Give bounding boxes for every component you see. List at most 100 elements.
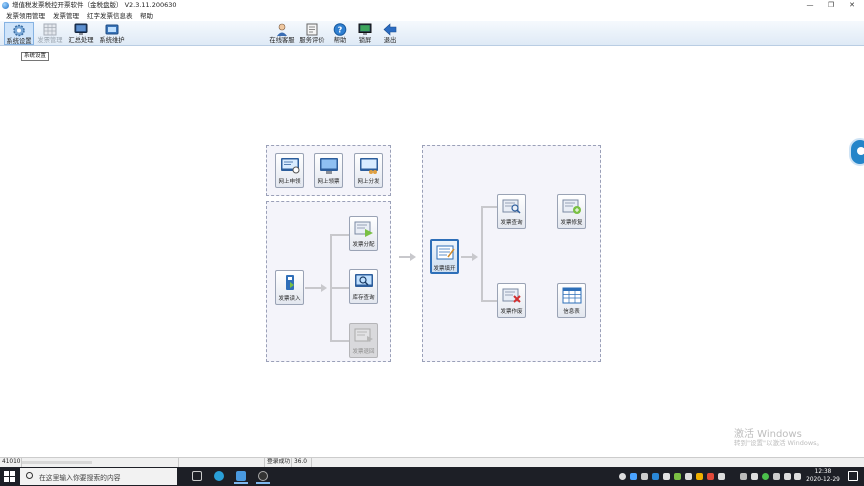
online-receive-icon bbox=[320, 158, 338, 174]
status-code: 41010 bbox=[2, 458, 22, 467]
input-method-icon[interactable] bbox=[794, 473, 801, 480]
invoice-allocate-tile[interactable]: 发票分配 bbox=[349, 216, 378, 251]
tray-app-icon[interactable] bbox=[718, 473, 725, 480]
menu-red-invoice[interactable]: 红字发票信息表 bbox=[87, 11, 133, 21]
connector-line bbox=[481, 206, 483, 302]
invoice-grid-icon bbox=[43, 23, 57, 36]
svg-text:?: ? bbox=[338, 25, 343, 34]
flow-arrow bbox=[410, 253, 416, 261]
online-distribute-icon bbox=[360, 158, 378, 174]
stock-query-icon bbox=[355, 274, 373, 287]
network-icon[interactable] bbox=[773, 473, 780, 480]
tray-app-icon[interactable] bbox=[630, 473, 637, 480]
status-progress-bar bbox=[22, 461, 92, 464]
connector-line bbox=[481, 206, 497, 208]
flow-arrow bbox=[321, 284, 327, 292]
tray-app-icon[interactable] bbox=[751, 473, 758, 480]
notification-icon[interactable] bbox=[848, 471, 858, 481]
search-icon bbox=[26, 472, 33, 479]
menu-invoice-receive[interactable]: 发票领用管理 bbox=[6, 11, 45, 21]
return-icon bbox=[354, 328, 373, 342]
toolbar-help-button[interactable]: ? 帮助 bbox=[328, 22, 352, 45]
task-view-button[interactable] bbox=[187, 469, 207, 484]
taskbar-invoice-app[interactable] bbox=[231, 469, 251, 484]
toolbar-service-review-button[interactable]: 服务评价 bbox=[298, 22, 326, 45]
tile-label: 发票填开 bbox=[433, 266, 456, 272]
online-distribute-tile[interactable]: 网上分发 bbox=[354, 153, 383, 188]
usb-read-icon bbox=[286, 275, 294, 290]
taskbar: 在这里输入你要搜索的内容 12:38 2020-12-29 bbox=[0, 467, 864, 486]
toolbar-lock-screen-button[interactable]: 锁屏 bbox=[353, 22, 377, 45]
online-receive-tile[interactable]: 网上领票 bbox=[314, 153, 343, 188]
tray-chevron-icon[interactable] bbox=[740, 473, 747, 480]
support-agent-icon bbox=[277, 23, 287, 36]
menu-invoice-manage[interactable]: 发票管理 bbox=[53, 11, 79, 21]
menu-help[interactable]: 帮助 bbox=[140, 11, 153, 21]
taskbar-clock[interactable]: 12:38 2020-12-29 bbox=[802, 468, 844, 484]
invoice-void-tile[interactable]: 发票作废 bbox=[497, 283, 526, 318]
task-view-icon bbox=[192, 471, 202, 481]
tile-label: 网上分发 bbox=[357, 179, 380, 185]
windows-start-button[interactable] bbox=[4, 471, 15, 482]
tray-app-icon[interactable] bbox=[652, 473, 659, 480]
floating-assistant-button[interactable] bbox=[849, 138, 864, 166]
invoice-void-icon bbox=[502, 288, 521, 303]
tile-label: 网上申领 bbox=[278, 179, 301, 185]
info-table-icon bbox=[562, 287, 582, 304]
tooltip: 系统设置 bbox=[21, 52, 50, 61]
invoice-query-icon bbox=[502, 199, 521, 214]
close-button[interactable]: ✕ bbox=[842, 0, 862, 11]
volume-icon[interactable] bbox=[784, 473, 791, 480]
toolbar-label: 汇总处理 bbox=[68, 37, 94, 44]
toolbar-maintenance-button[interactable]: 系统维护 bbox=[97, 22, 127, 45]
app-window: 增值税发票税控开票软件（金税盘版） V2.3.11.200630 — ❐ ✕ 发… bbox=[0, 0, 864, 486]
toolbar-label: 锁屏 bbox=[358, 37, 372, 44]
recorder-app-icon bbox=[258, 471, 268, 481]
stock-query-tile[interactable]: 库存查询 bbox=[349, 269, 378, 304]
taskbar-search-box[interactable]: 在这里输入你要搜索的内容 bbox=[20, 468, 177, 485]
toolbar-exit-button[interactable]: 退出 bbox=[378, 22, 402, 45]
tile-label: 发票退回 bbox=[352, 349, 375, 355]
toolbar-invoice-manage-button[interactable]: 发票管理 bbox=[35, 22, 65, 45]
invoice-query-tile[interactable]: 发票查询 bbox=[497, 194, 526, 229]
wechat-icon[interactable] bbox=[762, 473, 769, 480]
invoice-repair-tile[interactable]: 发票修复 bbox=[557, 194, 586, 229]
help-icon: ? bbox=[333, 23, 347, 36]
flow-arrow bbox=[472, 253, 478, 261]
toolbar-label: 系统维护 bbox=[99, 37, 125, 44]
tray-app-icon[interactable] bbox=[696, 473, 703, 480]
toolbar-label: 帮助 bbox=[333, 37, 347, 44]
invoice-fill-tile[interactable]: 发票填开 bbox=[430, 239, 459, 274]
toolbar-label: 服务评价 bbox=[299, 37, 325, 44]
tile-label: 信息表 bbox=[563, 309, 580, 315]
invoice-read-in-tile[interactable]: 发票读入 bbox=[275, 270, 304, 305]
status-cell bbox=[178, 458, 265, 467]
minimize-button[interactable]: — bbox=[800, 0, 820, 11]
tray-app-icon[interactable] bbox=[663, 473, 670, 480]
tray-app-icon[interactable] bbox=[685, 473, 692, 480]
toolbar-online-support-button[interactable]: 在线客服 bbox=[267, 22, 297, 45]
tray-app-icon[interactable] bbox=[641, 473, 648, 480]
connector-line bbox=[330, 340, 349, 342]
title-bar: 增值税发票税控开票软件（金税盘版） V2.3.11.200630 — ❐ ✕ bbox=[0, 0, 864, 11]
maximize-button[interactable]: ❐ bbox=[821, 0, 841, 11]
online-apply-tile[interactable]: 网上申领 bbox=[275, 153, 304, 188]
taskbar-recorder-app[interactable] bbox=[253, 469, 273, 484]
info-table-tile[interactable]: 信息表 bbox=[557, 283, 586, 318]
taskbar-browser-app[interactable] bbox=[209, 469, 229, 484]
tray-app-icon[interactable] bbox=[674, 473, 681, 480]
review-icon bbox=[306, 23, 318, 36]
tile-label: 发票查询 bbox=[500, 220, 523, 226]
invoice-return-tile[interactable]: 发票退回 bbox=[349, 323, 378, 358]
toolbar-system-settings-button[interactable]: 系统设置 bbox=[4, 22, 34, 45]
toolbar-label: 在线客服 bbox=[269, 37, 295, 44]
status-bar: 41010 登录成功 36.0 bbox=[0, 457, 864, 467]
activation-watermark-text: 转到"设置"以激活 Windows。 bbox=[734, 439, 824, 447]
search-placeholder: 在这里输入你要搜索的内容 bbox=[39, 474, 121, 482]
invoice-fill-icon bbox=[436, 245, 455, 260]
toolbar-summary-button[interactable]: 汇总处理 bbox=[66, 22, 96, 45]
window-title: 增值税发票税控开票软件（金税盘版） V2.3.11.200630 bbox=[12, 1, 177, 9]
tray-app-icon[interactable] bbox=[707, 473, 714, 480]
status-login: 登录成功 bbox=[267, 458, 292, 467]
tray-help-icon[interactable] bbox=[619, 473, 626, 480]
